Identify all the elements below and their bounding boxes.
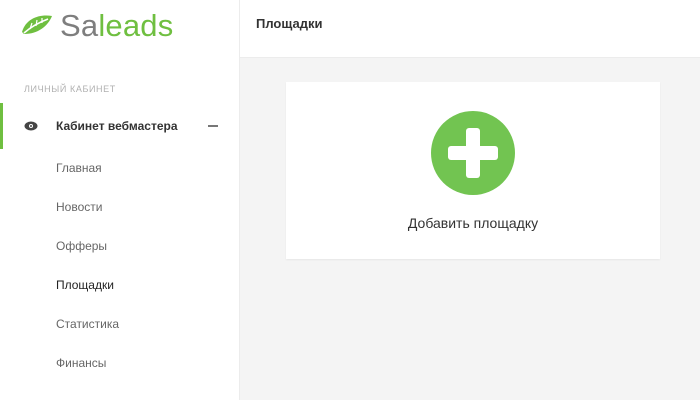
- plus-icon: [448, 128, 498, 178]
- add-site-button[interactable]: [431, 111, 515, 195]
- sidebar-item-statistics[interactable]: Статистика: [56, 316, 119, 355]
- leaf-logo-icon: [22, 15, 52, 34]
- app-root: Saleads ЛИЧНЫЙ КАБИНЕТ Кабинет вебмастер…: [0, 0, 700, 400]
- cabinet-label: Кабинет вебмастера: [56, 119, 178, 133]
- sidebar-item-finance[interactable]: Финансы: [56, 355, 119, 394]
- active-indicator: [0, 103, 3, 149]
- section-label: ЛИЧНЫЙ КАБИНЕТ: [24, 84, 116, 94]
- sidebar-nav: Главная Новости Офферы Площадки Статисти…: [56, 160, 119, 394]
- add-site-card[interactable]: Добавить площадку: [286, 82, 660, 259]
- logo-text: Saleads: [60, 8, 174, 43]
- sidebar-item-sites[interactable]: Площадки: [56, 277, 119, 316]
- sidebar-item-main[interactable]: Главная: [56, 160, 119, 199]
- collapse-icon[interactable]: [208, 125, 218, 127]
- sidebar-item-offers[interactable]: Офферы: [56, 238, 119, 277]
- sidebar-item-cabinet[interactable]: Кабинет вебмастера: [0, 103, 239, 149]
- sidebar-item-news[interactable]: Новости: [56, 199, 119, 238]
- page-title: Площадки: [256, 16, 323, 31]
- sidebar: Saleads ЛИЧНЫЙ КАБИНЕТ Кабинет вебмастер…: [0, 0, 240, 400]
- eye-icon: [24, 121, 38, 131]
- add-site-label: Добавить площадку: [407, 215, 539, 231]
- page-header: Площадки: [240, 0, 700, 58]
- logo[interactable]: Saleads: [18, 8, 173, 44]
